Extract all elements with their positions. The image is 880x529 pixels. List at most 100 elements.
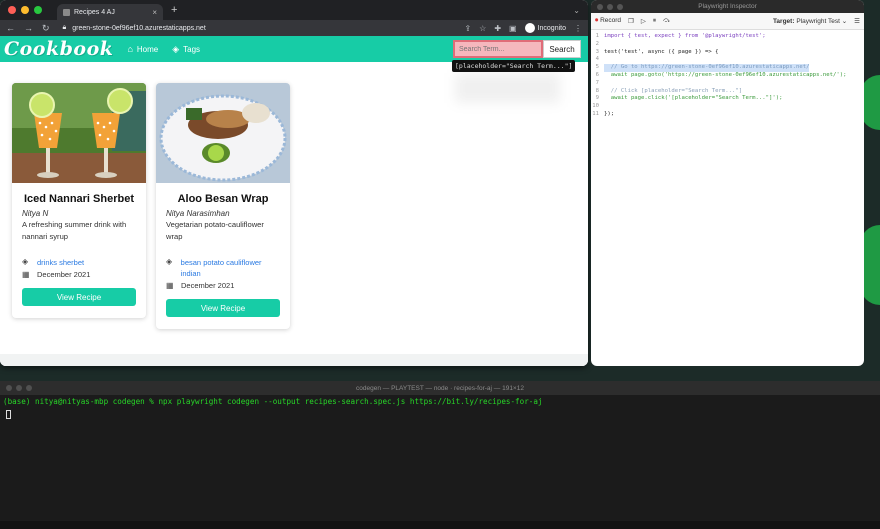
pause-icon[interactable]: ⏸ bbox=[653, 17, 656, 25]
resume-icon[interactable]: ▷ bbox=[641, 17, 646, 25]
selector-tooltip: [placeholder="Search Term..."] bbox=[452, 60, 576, 72]
close-window-button[interactable] bbox=[597, 3, 603, 10]
browser-menu-icon[interactable]: ⋮ bbox=[574, 24, 582, 33]
code-line: 10 bbox=[592, 103, 599, 110]
home-icon: ⌂ bbox=[127, 44, 133, 54]
maximize-window-button[interactable] bbox=[617, 3, 623, 10]
terminal-titlebar: codegen — PLAYTEST — node · recipes-for-… bbox=[0, 381, 880, 395]
code-line: 11}); bbox=[592, 110, 615, 117]
tab-search-chevron-icon[interactable]: ⌄ bbox=[573, 6, 580, 15]
terminal-cursor bbox=[6, 410, 11, 419]
target-value: Playwright Test bbox=[796, 18, 840, 25]
extensions-icon[interactable]: ✚ bbox=[494, 24, 501, 33]
address-bar[interactable]: 🔒︎ green-stone-0ef96ef10.azurestaticapps… bbox=[63, 24, 465, 32]
lock-icon: 🔒︎ bbox=[62, 24, 67, 31]
search-button[interactable]: Search bbox=[543, 40, 581, 58]
url-text: green-stone-0ef96ef10.azurestaticapps.ne… bbox=[72, 24, 206, 32]
inspector-toolbar: ⏺ Record ❐ ▷ ⏸ ⤼ Target: Playwright Test… bbox=[591, 13, 864, 30]
playwright-inspector-window: Playwright Inspector ⏺ Record ❐ ▷ ⏸ ⤼ Ta… bbox=[591, 0, 864, 366]
browser-tab[interactable]: Recipes 4 AJ × bbox=[57, 4, 163, 20]
recipe-author: Nitya N bbox=[22, 209, 49, 218]
view-recipe-button[interactable]: View Recipe bbox=[166, 299, 280, 317]
site-brand-logo[interactable]: Cookbook bbox=[4, 38, 113, 60]
minimize-window-button[interactable] bbox=[607, 3, 613, 10]
bookmark-star-icon[interactable]: ☆ bbox=[479, 24, 486, 33]
code-line: 8 // Click [placeholder="Search Term..."… bbox=[595, 87, 743, 94]
recipe-card: Iced Nannari Sherbet Nitya N A refreshin… bbox=[12, 83, 146, 318]
share-icon[interactable]: ⇪ bbox=[464, 24, 471, 33]
tags-icon: ◈ bbox=[166, 257, 173, 266]
settings-icon[interactable]: ☰ bbox=[854, 17, 860, 25]
maximize-window-button[interactable] bbox=[34, 6, 42, 14]
recipe-tag-links[interactable]: besan potato cauliflower indian bbox=[181, 257, 280, 279]
forward-arrow-icon[interactable]: → bbox=[24, 23, 33, 33]
nav-tags-link[interactable]: ◈ Tags bbox=[172, 44, 200, 55]
code-line: 6 await page.goto('https://green-stone-0… bbox=[595, 71, 847, 78]
minimize-window-button[interactable] bbox=[16, 385, 22, 391]
recipe-image-wrap bbox=[156, 83, 290, 183]
recipe-title[interactable]: Iced Nannari Sherbet bbox=[22, 193, 136, 205]
site-navbar: Cookbook ⌂ Home ◈ Tags Search bbox=[0, 36, 588, 62]
recipe-description: Vegetarian potato-cauliflower wrap bbox=[166, 220, 264, 241]
code-line-highlighted: 5 // Go to https://green-stone-0ef96ef10… bbox=[595, 64, 810, 72]
tab-close-icon[interactable]: × bbox=[152, 8, 157, 17]
nav-home-link[interactable]: ⌂ Home bbox=[127, 44, 158, 54]
calendar-icon: ▦ bbox=[22, 270, 30, 279]
record-label: Record bbox=[600, 17, 622, 24]
code-line: 1 import { test, expect } from '@playwrig… bbox=[595, 33, 766, 39]
terminal-window: codegen — PLAYTEST — node · recipes-for-… bbox=[0, 381, 880, 529]
step-over-icon[interactable]: ⤼ bbox=[663, 17, 670, 25]
code-line: 2 bbox=[595, 40, 599, 47]
code-line: 4 bbox=[595, 56, 599, 63]
maximize-window-button[interactable] bbox=[26, 385, 32, 391]
copy-icon[interactable]: ❐ bbox=[628, 17, 634, 25]
recipe-image-sherbet bbox=[12, 83, 146, 183]
recipe-description: A refreshing summer drink with nannari s… bbox=[22, 220, 127, 241]
nav-home-label: Home bbox=[136, 44, 159, 54]
incognito-label: Incognito bbox=[537, 24, 566, 32]
recipe-date-text: December 2021 bbox=[181, 281, 235, 290]
recipe-tag-links[interactable]: drinks sherbet bbox=[37, 257, 84, 268]
recipe-tags: ◈ drinks sherbet bbox=[22, 257, 136, 268]
incognito-icon bbox=[524, 23, 535, 33]
tab-title: Recipes 4 AJ bbox=[74, 8, 115, 16]
code-line: 3 test('test', async ({ page }) => { bbox=[595, 48, 719, 55]
recipe-card: Aloo Besan Wrap Nitya Narasimhan Vegetar… bbox=[156, 83, 290, 329]
page-footer-strip bbox=[0, 354, 588, 366]
record-button[interactable]: ⏺ Record bbox=[595, 17, 621, 25]
reload-icon[interactable]: ↻ bbox=[42, 23, 50, 34]
search-input[interactable] bbox=[453, 40, 543, 58]
recipe-date: ▦ December 2021 bbox=[22, 270, 136, 279]
recipe-tags: ◈ besan potato cauliflower indian bbox=[166, 257, 280, 279]
recipe-date: ▦ December 2021 bbox=[166, 281, 280, 290]
browser-window: Recipes 4 AJ × + ⌄ ← → ↻ 🔒︎ green-stone-… bbox=[0, 0, 588, 366]
code-line: 9 await page.click('[placeholder="Search… bbox=[595, 95, 783, 102]
browser-toolbar: ← → ↻ 🔒︎ green-stone-0ef96ef10.azurestat… bbox=[0, 20, 588, 36]
incognito-indicator[interactable]: Incognito bbox=[524, 23, 566, 33]
nav-tags-label: Tags bbox=[183, 44, 201, 54]
inspector-title: Playwright Inspector bbox=[698, 3, 757, 10]
recipe-author: Nitya Narasimhan bbox=[166, 209, 230, 218]
terminal-bottom-bar bbox=[0, 521, 880, 529]
terminal-prompt[interactable] bbox=[0, 408, 880, 423]
tags-icon: ◈ bbox=[172, 43, 180, 54]
target-selector[interactable]: Target: Playwright Test ⌄ bbox=[773, 17, 847, 25]
inspector-titlebar: Playwright Inspector bbox=[591, 0, 864, 13]
recipe-date-text: December 2021 bbox=[37, 270, 91, 279]
view-recipe-button[interactable]: View Recipe bbox=[22, 288, 136, 306]
recipe-title[interactable]: Aloo Besan Wrap bbox=[166, 193, 280, 205]
terminal-command-line[interactable]: (base) nitya@nityas-mbp codegen % npx pl… bbox=[0, 395, 880, 408]
target-label: Target: bbox=[772, 18, 795, 25]
close-window-button[interactable] bbox=[6, 385, 12, 391]
code-line: 7 bbox=[595, 79, 599, 86]
favicon-icon bbox=[63, 8, 70, 16]
sidepanel-icon[interactable]: ▣ bbox=[509, 24, 517, 33]
code-editor[interactable]: 1 import { test, expect } from '@playwrig… bbox=[591, 30, 864, 119]
tags-icon: ◈ bbox=[22, 257, 29, 266]
close-window-button[interactable] bbox=[8, 6, 16, 14]
new-tab-button[interactable]: + bbox=[171, 4, 177, 16]
calendar-icon: ▦ bbox=[166, 281, 174, 290]
back-arrow-icon[interactable]: ← bbox=[6, 23, 15, 33]
tooltip-shadow bbox=[455, 73, 560, 103]
minimize-window-button[interactable] bbox=[21, 6, 29, 14]
